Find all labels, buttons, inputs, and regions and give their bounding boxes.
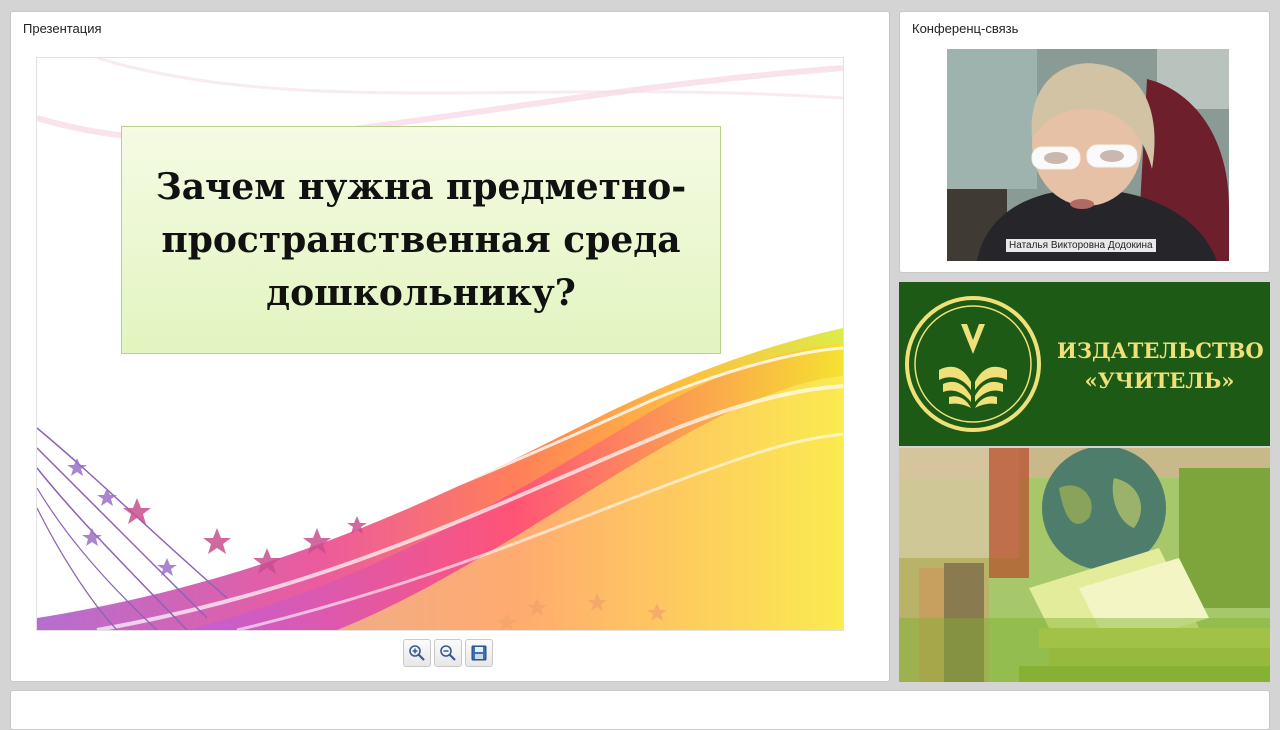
participant-name-label: Наталья Викторовна Додокина [1006, 239, 1156, 252]
slide-title: Зачем нужна предметно-пространственная с… [155, 165, 687, 314]
conference-panel-title: Конференц-связь [912, 21, 1019, 36]
slide-toolbar [403, 639, 493, 667]
books-globe-illustration [899, 448, 1270, 682]
books-globe-image [899, 448, 1270, 682]
bottom-panel [10, 690, 1270, 730]
save-button[interactable] [465, 639, 493, 667]
publisher-banner: ИЗДАТЕЛЬСТВО «УЧИТЕЛЬ» [899, 282, 1270, 446]
save-icon [471, 645, 487, 661]
presentation-slide: Зачем нужна предметно-пространственная с… [36, 57, 844, 631]
publisher-logo-icon [905, 296, 1041, 432]
presentation-panel: Презентация Зачем нужна предметно-простр… [10, 11, 890, 682]
zoom-out-button[interactable] [434, 639, 462, 667]
conference-panel: Конференц-связь Наталья Викторовна Додок… [899, 11, 1270, 273]
participant-video-frame [947, 49, 1229, 261]
video-feed[interactable]: Наталья Викторовна Додокина [947, 49, 1229, 261]
publisher-name-line2: «УЧИТЕЛЬ» [1084, 368, 1235, 393]
publisher-name-line1: ИЗДАТЕЛЬСТВО [1057, 338, 1264, 363]
publisher-name: ИЗДАТЕЛЬСТВО «УЧИТЕЛЬ» [1057, 336, 1264, 396]
zoom-out-icon [440, 645, 456, 661]
presentation-panel-title: Презентация [23, 21, 102, 36]
slide-title-box: Зачем нужна предметно-пространственная с… [121, 126, 721, 354]
zoom-in-button[interactable] [403, 639, 431, 667]
zoom-in-icon [409, 645, 425, 661]
